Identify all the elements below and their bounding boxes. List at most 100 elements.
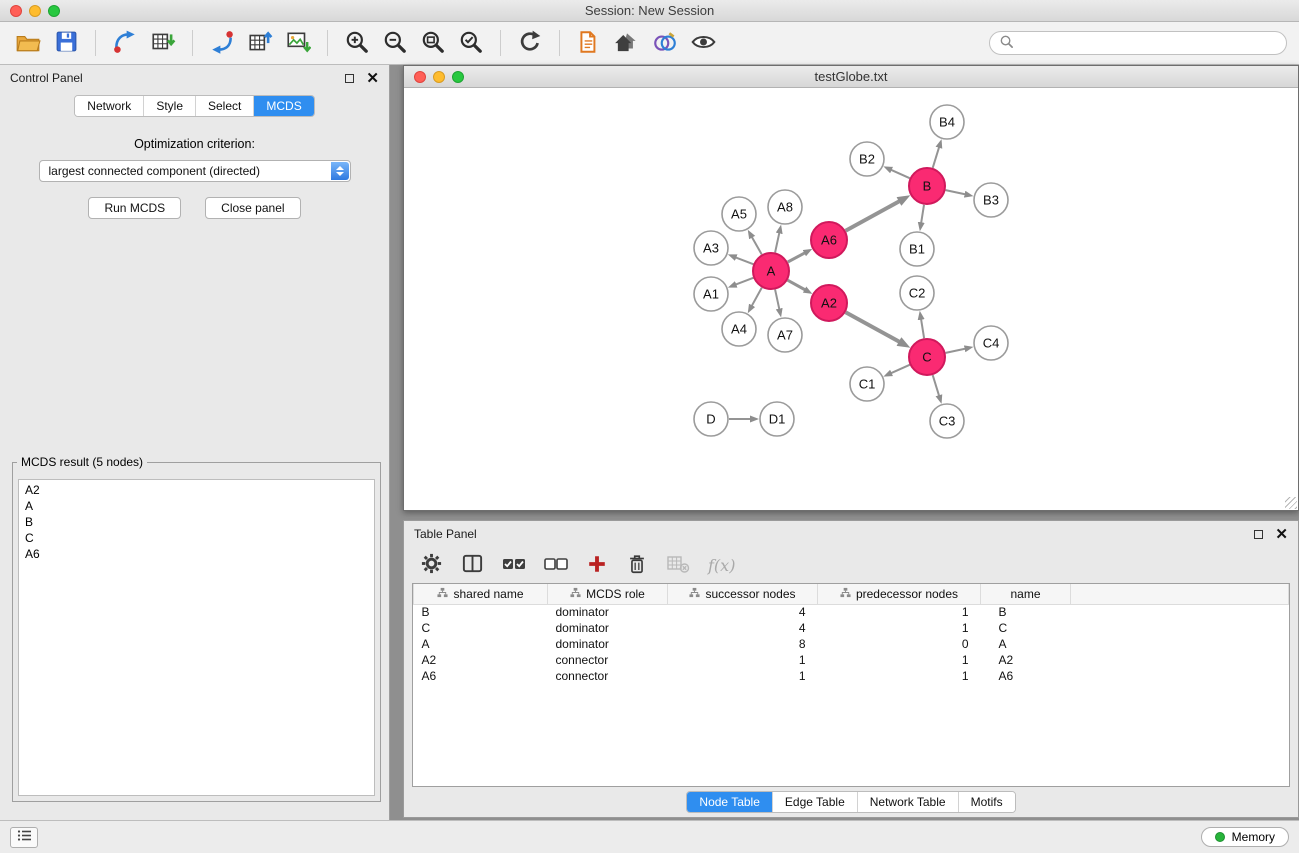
apply-layout-button[interactable] (514, 27, 546, 59)
graph-node-C[interactable]: C (909, 339, 945, 375)
table-panel-close-button[interactable]: ✕ (1275, 527, 1288, 542)
graph-node-D1[interactable]: D1 (760, 402, 794, 436)
export-network-button[interactable] (206, 27, 238, 59)
zoom-in-button[interactable] (341, 27, 373, 59)
tab-mcds[interactable]: MCDS (253, 96, 313, 116)
zoom-selected-button[interactable] (455, 27, 487, 59)
graph-edge[interactable] (788, 253, 805, 262)
graph-node-B3[interactable]: B3 (974, 183, 1008, 217)
table-row[interactable]: B dominator 4 1 B (414, 604, 1289, 620)
graph-edge[interactable] (846, 312, 900, 342)
graph-edge[interactable] (933, 375, 940, 396)
graph-edge[interactable] (752, 288, 762, 307)
table-row[interactable]: A dominator 8 0 A (414, 636, 1289, 652)
column-header-name[interactable]: name (981, 584, 1071, 604)
table-settings-button[interactable] (420, 551, 443, 579)
graph-edge[interactable] (735, 278, 753, 285)
graph-node-A6[interactable]: A6 (811, 222, 847, 258)
table-row[interactable]: C dominator 4 1 C (414, 620, 1289, 636)
tab-network-table[interactable]: Network Table (857, 792, 958, 812)
export-table-button[interactable] (244, 27, 276, 59)
mcds-result-list[interactable]: A2 A B C A6 (18, 479, 375, 796)
mcds-result-item[interactable]: A6 (25, 546, 368, 562)
table-row[interactable]: A6 connector 1 1 A6 (414, 668, 1289, 684)
graph-node-A[interactable]: A (753, 253, 789, 289)
column-header-mcds-role[interactable]: MCDS role (548, 584, 668, 604)
table-panel-float-button[interactable] (1254, 530, 1263, 539)
run-mcds-button[interactable]: Run MCDS (88, 197, 181, 219)
show-hide-button[interactable] (687, 27, 719, 59)
graph-edge[interactable] (735, 257, 753, 264)
graph-edge[interactable] (775, 290, 779, 310)
minimize-window-button[interactable] (29, 5, 41, 17)
graph-node-A5[interactable]: A5 (722, 197, 756, 231)
graph-edge[interactable] (921, 205, 924, 224)
graph-node-C3[interactable]: C3 (930, 404, 964, 438)
column-header-predecessor-nodes[interactable]: predecessor nodes (818, 584, 981, 604)
optimization-criterion-select[interactable]: largest connected component (directed) (39, 160, 351, 182)
graph-node-B1[interactable]: B1 (900, 232, 934, 266)
graph-edge[interactable] (752, 237, 762, 255)
graph-edge[interactable] (933, 147, 940, 168)
tab-edge-table[interactable]: Edge Table (772, 792, 857, 812)
graph-node-B[interactable]: B (909, 168, 945, 204)
graph-node-C2[interactable]: C2 (900, 276, 934, 310)
window-resize-handle[interactable] (1285, 497, 1297, 509)
graph-node-A1[interactable]: A1 (694, 277, 728, 311)
network-canvas[interactable]: B4 B2 B B3 B1 A5 A8 A6 A3 A A1A4 A7 A2 C2 C1 C C4 C3 D D1 (404, 88, 1298, 510)
graph-edge[interactable] (921, 319, 924, 339)
tab-node-table[interactable]: Node Table (687, 792, 772, 812)
style-button[interactable] (649, 27, 681, 59)
graph-edge[interactable] (846, 201, 900, 231)
graph-node-A8[interactable]: A8 (768, 190, 802, 224)
tab-network[interactable]: Network (75, 96, 143, 116)
network-close-button[interactable] (414, 71, 426, 83)
column-header-shared-name[interactable]: shared name (414, 584, 548, 604)
table-row[interactable]: A2 connector 1 1 A2 (414, 652, 1289, 668)
add-row-button[interactable] (586, 551, 608, 579)
graph-edge[interactable] (946, 190, 966, 194)
delete-row-button[interactable] (626, 551, 648, 579)
close-panel-button[interactable]: Close panel (205, 197, 300, 219)
graph-edge[interactable] (891, 365, 910, 374)
export-image-button[interactable] (282, 27, 314, 59)
task-history-button[interactable] (10, 827, 38, 848)
graph-node-A3[interactable]: A3 (694, 231, 728, 265)
search-input[interactable] (1019, 36, 1277, 50)
network-zoom-button[interactable] (452, 71, 464, 83)
home-button[interactable] (611, 27, 643, 59)
mcds-result-item[interactable]: A (25, 498, 368, 514)
import-table-button[interactable] (147, 27, 179, 59)
import-network-button[interactable] (109, 27, 141, 59)
tab-motifs[interactable]: Motifs (958, 792, 1015, 812)
graph-node-C4[interactable]: C4 (974, 326, 1008, 360)
memory-button[interactable]: Memory (1201, 827, 1289, 847)
graph-node-C1[interactable]: C1 (850, 367, 884, 401)
close-window-button[interactable] (10, 5, 22, 17)
graph-node-D[interactable]: D (694, 402, 728, 436)
graph-edge[interactable] (891, 170, 910, 179)
control-panel-float-button[interactable] (345, 74, 354, 83)
graph-edge[interactable] (775, 232, 779, 252)
mcds-result-item[interactable]: A2 (25, 482, 368, 498)
graph-edge[interactable] (946, 349, 966, 353)
tab-select[interactable]: Select (195, 96, 253, 116)
mcds-result-item[interactable]: C (25, 530, 368, 546)
zoom-out-button[interactable] (379, 27, 411, 59)
graph-node-A7[interactable]: A7 (768, 318, 802, 352)
control-panel-close-button[interactable]: ✕ (366, 71, 379, 86)
graph-node-A2[interactable]: A2 (811, 285, 847, 321)
tab-style[interactable]: Style (143, 96, 195, 116)
graph-node-B4[interactable]: B4 (930, 105, 964, 139)
column-header-successor-nodes[interactable]: successor nodes (668, 584, 818, 604)
zoom-fit-button[interactable] (417, 27, 449, 59)
mcds-result-item[interactable]: B (25, 514, 368, 530)
graph-node-B2[interactable]: B2 (850, 142, 884, 176)
open-session-button[interactable] (12, 27, 44, 59)
graph-node-A4[interactable]: A4 (722, 312, 756, 346)
zoom-window-button[interactable] (48, 5, 60, 17)
select-all-button[interactable] (502, 551, 526, 579)
toggle-columns-button[interactable] (461, 551, 484, 579)
function-builder-button[interactable]: f(x) (708, 551, 735, 579)
network-minimize-button[interactable] (433, 71, 445, 83)
